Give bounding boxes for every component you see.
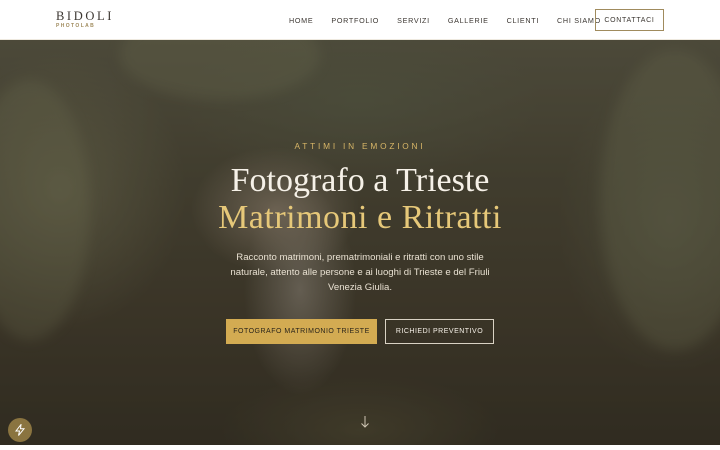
site-header: BIDOLI PHOTOLAB HOME PORTFOLIO SERVIZI G…: [0, 0, 720, 40]
logo[interactable]: BIDOLI PHOTOLAB: [56, 10, 114, 29]
nav-item-servizi[interactable]: SERVIZI: [397, 16, 430, 25]
hero-overlay: [0, 40, 720, 445]
nav-item-gallerie[interactable]: GALLERIE: [448, 16, 489, 25]
nav-item-home[interactable]: HOME: [289, 16, 313, 25]
lightning-icon[interactable]: [8, 418, 32, 442]
hero-description: Racconto matrimoni, prematrimoniali e ri…: [230, 252, 490, 293]
hero-eyebrow: ATTIMI IN EMOZIONI: [294, 141, 426, 151]
hero-title-line2: Matrimoni e Ritratti: [218, 199, 502, 236]
hero-section: ATTIMI IN EMOZIONI Fotografo a Trieste M…: [0, 40, 720, 445]
hero-title-line1: Fotografo a Trieste: [230, 162, 490, 199]
request-quote-button[interactable]: RICHIEDI PREVENTIVO: [385, 319, 494, 344]
main-nav: HOME PORTFOLIO SERVIZI GALLERIE CLIENTI …: [289, 0, 619, 40]
nav-item-portfolio[interactable]: PORTFOLIO: [331, 16, 379, 25]
page-bottom-edge: [0, 445, 720, 450]
logo-wordmark: BIDOLI: [56, 9, 114, 23]
wedding-photographer-button[interactable]: FOTOGRAFO MATRIMONIO TRIESTE: [226, 319, 377, 344]
logo-tagline: PHOTOLAB: [56, 22, 96, 29]
contact-button[interactable]: CONTATTACI: [595, 9, 664, 31]
nav-item-clienti[interactable]: CLIENTI: [507, 16, 539, 25]
arrow-down-icon[interactable]: [357, 414, 373, 430]
